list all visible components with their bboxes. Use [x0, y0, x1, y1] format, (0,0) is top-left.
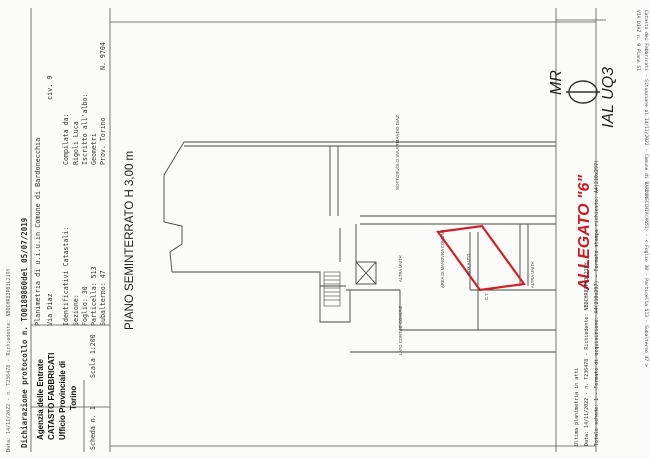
footer-formato-line: Totale schede: 1 - Formato di acquisizio… [594, 160, 600, 446]
box-auto-label: BOX AUTO [466, 253, 471, 275]
corridor-label: AREA DI MANOVRA COMUNE [440, 229, 445, 288]
top-street-label: SOTTOSUOLO VIA ARMANDO DIAZ [395, 115, 400, 190]
plan-drawing [30, 8, 606, 452]
plan-floor-label: PIANO SEMINTERRATO H 3,00 m [124, 150, 136, 330]
right-margin-line1: Catasto dei Fabbricati - Situazione al 1… [643, 10, 648, 367]
handwritten-initials: MR [548, 70, 565, 95]
ultima-planimetria: Ultima planimetria in atti [574, 367, 580, 446]
altra-unita-right: ALTRA UNITA' [530, 260, 535, 288]
right-margin-line2: VIA DIAZ n. 9 Piano S1 [635, 10, 640, 71]
cortile-label: LATO CORTILE COMUNE [398, 305, 403, 355]
handwritten-note: IAL UQ3 [600, 66, 617, 128]
footer-data-line: Data: 14/11/2022 - n. T236478 - Richiede… [584, 262, 590, 446]
box-auto-highlight [436, 224, 526, 292]
document-page: Data: 14/11/2022 - n. T236478 - Richiede… [0, 0, 650, 459]
altra-unita-left: ALTRA UNITA' [398, 254, 403, 282]
ct-label: C.T. [484, 292, 489, 300]
